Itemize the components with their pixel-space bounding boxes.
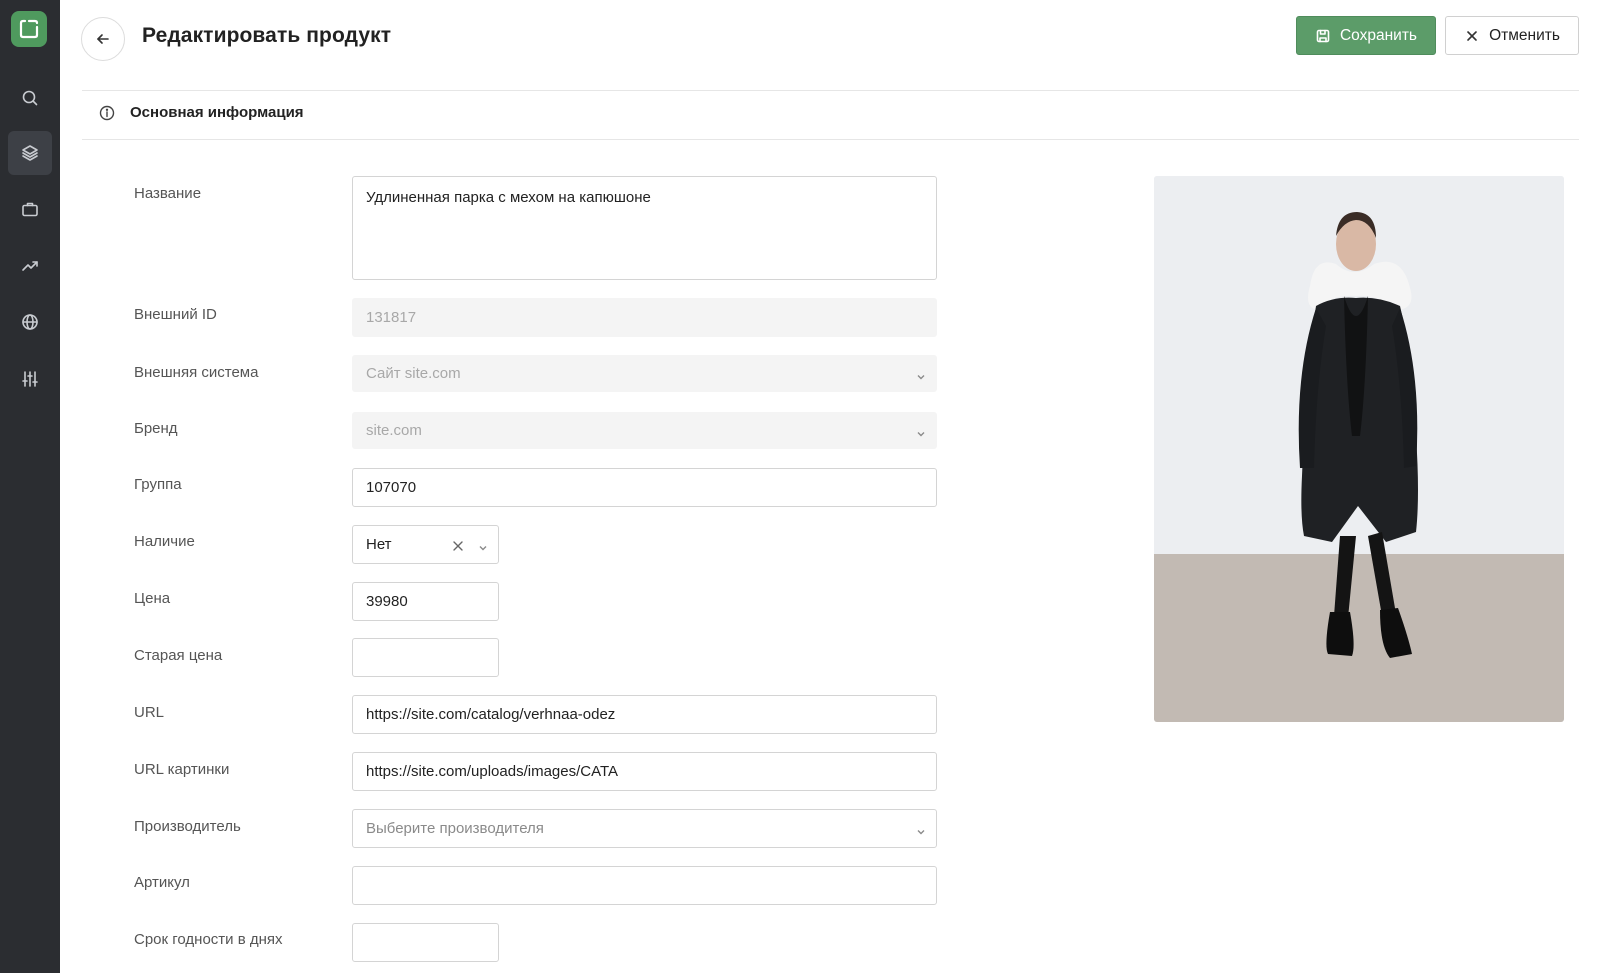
- save-icon: [1316, 29, 1330, 42]
- name-value: Удлиненная парка с мехом на капюшоне: [366, 189, 651, 206]
- url-label: URL: [134, 704, 165, 721]
- arrow-left-icon: [97, 34, 109, 44]
- url-value: https://site.com/catalog/verhnaa-odez: [366, 706, 616, 723]
- chevron-down-icon[interactable]: [478, 540, 488, 550]
- briefcase-icon: [22, 202, 38, 217]
- layers-icon: [22, 145, 38, 161]
- globe-icon: [22, 314, 38, 330]
- sidebar-item-products[interactable]: [8, 131, 52, 175]
- image-url-value: https://site.com/uploads/images/CATA: [366, 763, 619, 780]
- save-button-label: Сохранить: [1339, 26, 1418, 44]
- page-title: Редактировать продукт: [142, 24, 392, 47]
- external-id-label: Внешний ID: [134, 306, 217, 323]
- sidebar-item-settings[interactable]: [8, 357, 52, 401]
- app-logo[interactable]: [11, 11, 47, 47]
- name-textarea[interactable]: Удлиненная парка с мехом на капюшоне: [352, 176, 937, 280]
- info-icon: [99, 105, 115, 120]
- brand-select: site.com: [352, 412, 937, 449]
- shelf-life-label: Срок годности в днях: [134, 931, 283, 948]
- close-icon: [1467, 30, 1477, 41]
- logo-icon: [19, 19, 39, 39]
- availability-select[interactable]: Нет: [352, 525, 499, 564]
- old-price-label: Старая цена: [134, 647, 223, 664]
- trend-icon: [22, 261, 38, 271]
- sliders-icon: [22, 371, 38, 387]
- price-value: 39980: [366, 593, 408, 610]
- save-button[interactable]: Сохранить: [1296, 16, 1436, 55]
- external-system-value: Сайт site.com: [366, 365, 461, 382]
- price-input[interactable]: 39980: [352, 582, 499, 621]
- image-url-label: URL картинки: [134, 761, 230, 778]
- group-input[interactable]: 107070: [352, 468, 937, 507]
- chevron-down-icon: [916, 369, 926, 379]
- product-image: [1154, 176, 1564, 722]
- image-url-input[interactable]: https://site.com/uploads/images/CATA: [352, 752, 937, 791]
- sidebar: [0, 0, 60, 973]
- manufacturer-label: Производитель: [134, 818, 241, 835]
- cancel-button-label: Отменить: [1489, 26, 1560, 44]
- group-label: Группа: [134, 476, 182, 493]
- group-value: 107070: [366, 479, 417, 496]
- external-system-label: Внешняя система: [134, 364, 259, 381]
- sidebar-item-analytics[interactable]: [8, 244, 52, 288]
- chevron-down-icon: [916, 426, 926, 436]
- name-label: Название: [134, 185, 202, 202]
- back-button[interactable]: [81, 17, 125, 61]
- external-id-field: 131817: [352, 298, 937, 337]
- section-header[interactable]: Основная информация: [99, 104, 304, 121]
- external-system-select: Сайт site.com: [352, 355, 937, 392]
- clear-icon[interactable]: [452, 539, 464, 551]
- price-label: Цена: [134, 590, 171, 607]
- brand-label: Бренд: [134, 420, 178, 437]
- sku-label: Артикул: [134, 874, 190, 891]
- brand-value: site.com: [366, 422, 422, 439]
- section-divider: [82, 139, 1579, 140]
- header-divider: [82, 90, 1579, 91]
- old-price-input[interactable]: [352, 638, 499, 677]
- sidebar-item-search[interactable]: [8, 76, 52, 120]
- manufacturer-placeholder: Выберите производителя: [366, 820, 544, 837]
- shelf-life-input[interactable]: [352, 923, 499, 962]
- manufacturer-select[interactable]: Выберите производителя: [352, 809, 937, 848]
- availability-value: Нет: [366, 536, 392, 553]
- url-input[interactable]: https://site.com/catalog/verhnaa-odez: [352, 695, 937, 734]
- sidebar-item-sites[interactable]: [8, 300, 52, 344]
- sku-input[interactable]: [352, 866, 937, 905]
- chevron-down-icon[interactable]: [916, 824, 926, 834]
- search-icon: [22, 90, 38, 106]
- section-title: Основная информация: [130, 104, 304, 121]
- external-id-value: 131817: [366, 309, 417, 326]
- cancel-button[interactable]: Отменить: [1445, 16, 1579, 55]
- sidebar-item-orders[interactable]: [8, 187, 52, 231]
- availability-label: Наличие: [134, 533, 195, 550]
